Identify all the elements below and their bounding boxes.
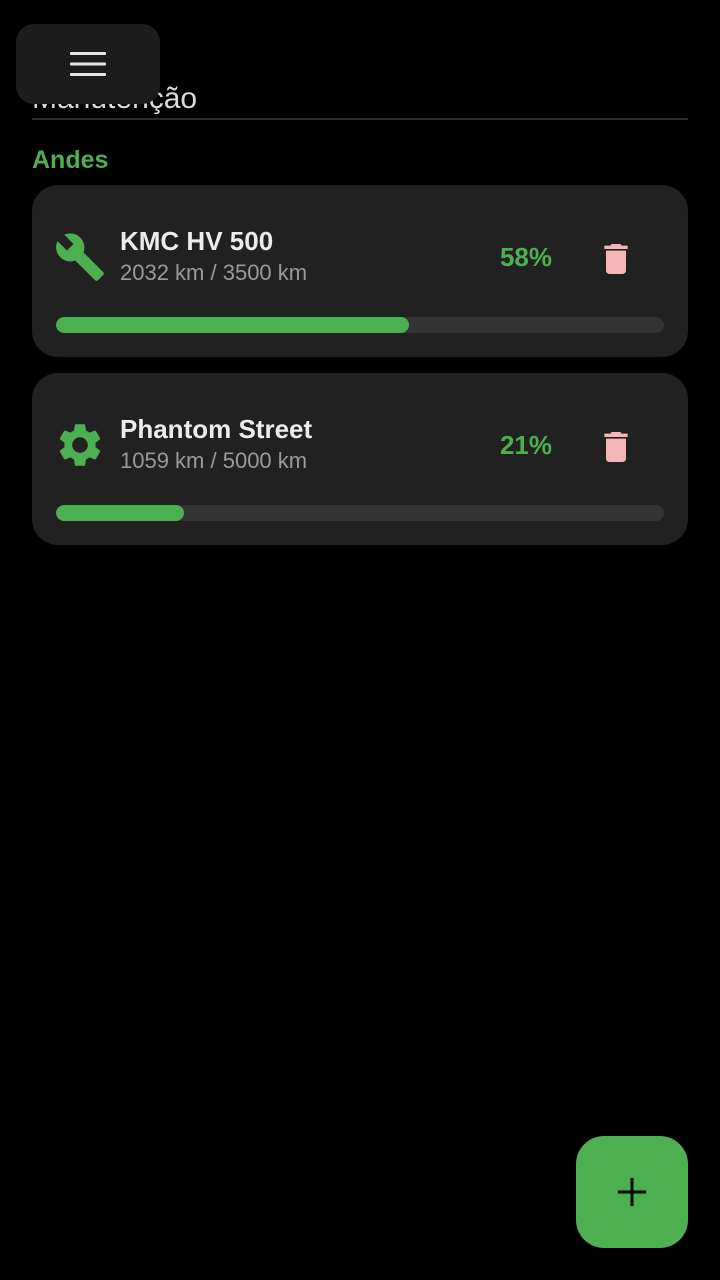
screen: Manutenção Andes KMC HV 500 2032 km / 35… xyxy=(0,0,720,1280)
maintenance-card[interactable]: Phantom Street 1059 km / 5000 km 21% xyxy=(32,373,688,545)
trash-icon xyxy=(604,432,628,462)
add-button[interactable] xyxy=(576,1136,688,1248)
plus-icon xyxy=(618,1178,646,1206)
progress-fill xyxy=(56,317,409,333)
progress-bar xyxy=(56,317,664,333)
wrench-icon xyxy=(56,233,104,281)
progress-fill xyxy=(56,505,184,521)
maintenance-card[interactable]: KMC HV 500 2032 km / 3500 km 58% xyxy=(32,185,688,357)
item-name: KMC HV 500 xyxy=(120,226,274,256)
item-percent: 21% xyxy=(499,430,552,460)
trash-icon xyxy=(604,244,628,274)
delete-button[interactable] xyxy=(588,421,644,473)
section-label: Andes xyxy=(32,146,109,174)
item-name: Phantom Street xyxy=(120,414,313,444)
hamburger-menu-icon xyxy=(70,52,106,76)
item-distance: 1059 km / 5000 km xyxy=(120,448,308,473)
item-distance: 2032 km / 3500 km xyxy=(120,260,308,285)
item-percent: 58% xyxy=(499,242,552,272)
gear-icon xyxy=(59,424,101,466)
title-divider xyxy=(32,118,688,120)
progress-bar xyxy=(56,505,664,521)
delete-button[interactable] xyxy=(588,233,644,285)
menu-button[interactable] xyxy=(16,24,160,104)
